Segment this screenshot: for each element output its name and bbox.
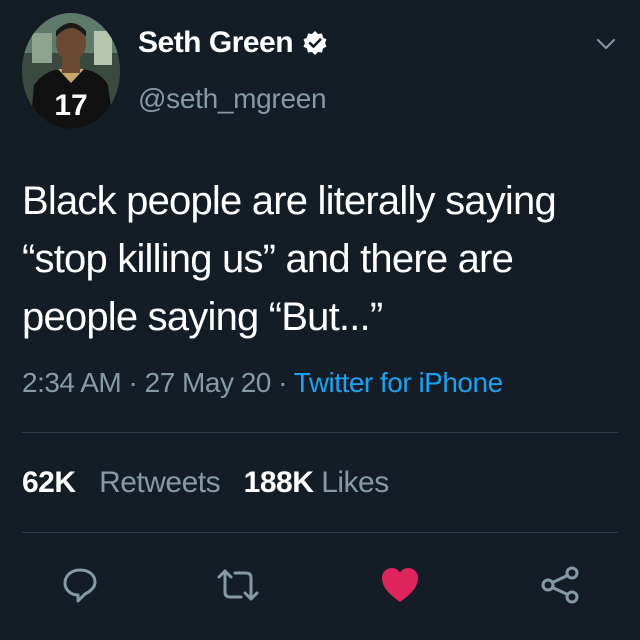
user-handle[interactable]: @seth_mgreen xyxy=(138,83,327,115)
reply-icon xyxy=(63,568,97,603)
display-name[interactable]: Seth Green xyxy=(138,26,328,60)
retweet-button[interactable] xyxy=(216,563,260,607)
share-icon xyxy=(541,566,579,604)
share-button[interactable] xyxy=(538,563,582,607)
display-name-text[interactable]: Seth Green xyxy=(138,26,294,60)
reply-button[interactable] xyxy=(58,563,102,607)
like-icon xyxy=(382,568,418,602)
like-button[interactable] xyxy=(378,563,422,607)
svg-text:17: 17 xyxy=(54,89,87,122)
likes-label: Likes xyxy=(321,466,389,499)
avatar[interactable]: 17 xyxy=(22,13,120,129)
tweet-meta: 2:34 AM · 27 May 20 · Twitter for iPhone xyxy=(22,367,503,399)
retweets-stat[interactable]: 62K Retweets xyxy=(22,466,221,499)
meta-separator: · xyxy=(278,367,287,398)
meta-separator: · xyxy=(128,367,138,398)
tweet-text: Black people are literally saying “stop … xyxy=(22,172,622,346)
divider xyxy=(22,432,618,433)
verified-badge-icon xyxy=(302,30,328,56)
chevron-down-icon[interactable] xyxy=(596,37,616,51)
tweet-text-line: Black people are literally saying xyxy=(22,179,557,223)
tweet-source-link[interactable]: Twitter for iPhone xyxy=(294,367,503,398)
likes-stat[interactable]: 188K Likes xyxy=(243,466,390,499)
retweets-label: Retweets xyxy=(99,466,221,499)
divider xyxy=(22,532,618,533)
likes-count: 188K xyxy=(243,466,314,499)
tweet-stats: 62K Retweets 188K Likes xyxy=(22,466,389,500)
retweet-icon xyxy=(217,569,259,601)
tweet-text-line: “stop killing us” and there are xyxy=(22,237,514,281)
tweet-date[interactable]: 27 May 20 xyxy=(145,367,272,398)
tweet-time[interactable]: 2:34 AM xyxy=(22,367,122,398)
tweet-text-line: people saying “But...” xyxy=(22,295,383,339)
retweets-count: 62K xyxy=(22,466,76,499)
